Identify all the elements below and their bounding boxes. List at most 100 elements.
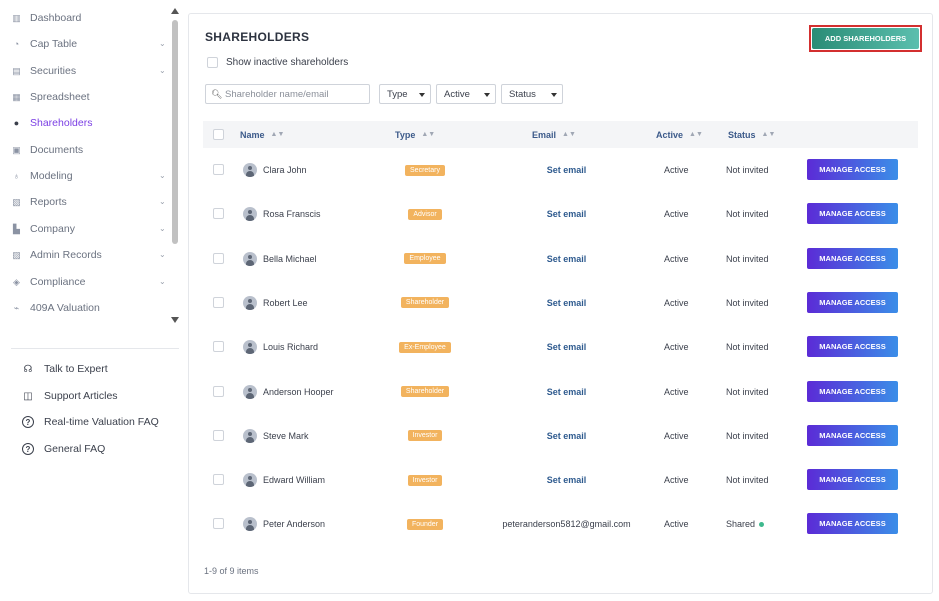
row-checkbox[interactable] bbox=[213, 252, 224, 264]
sidebar-item-modeling[interactable]: ♁ Modeling ⌄ bbox=[0, 163, 172, 189]
sidebar-item-dashboard[interactable]: ▥ Dashboard bbox=[0, 5, 172, 31]
manage-access-button[interactable]: MANAGE ACCESS bbox=[807, 203, 898, 225]
manage-access-button[interactable]: MANAGE ACCESS bbox=[807, 424, 898, 446]
row-checkbox[interactable] bbox=[213, 164, 224, 175]
set-email-link[interactable]: Set email bbox=[547, 254, 587, 264]
shareholder-name-cell: Bella Michael bbox=[243, 248, 317, 270]
avatar-icon bbox=[243, 517, 257, 532]
type-badge: Employee bbox=[404, 253, 446, 265]
sidebar-item-documents[interactable]: ▣ Documents bbox=[0, 137, 172, 163]
row-checkbox[interactable] bbox=[213, 429, 224, 441]
show-inactive-toggle[interactable]: Show inactive shareholders bbox=[207, 57, 348, 68]
column-header-status[interactable]: Status ▲︎▼︎ bbox=[728, 121, 775, 148]
email-cell: Set email bbox=[459, 248, 674, 270]
show-inactive-checkbox[interactable] bbox=[207, 57, 218, 68]
sort-icon[interactable]: ▲︎▼︎ bbox=[562, 131, 576, 138]
sidebar-divider bbox=[11, 348, 179, 349]
table-row: Bella Michael Employee Set email Active Not … bbox=[203, 247, 918, 292]
search-icon: 🔍︎ bbox=[211, 88, 223, 99]
scroll-down-arrow-icon[interactable] bbox=[171, 317, 179, 323]
chevron-down-icon[interactable]: ⌄ bbox=[159, 39, 166, 48]
document-icon: ▣ bbox=[12, 144, 21, 155]
row-checkbox[interactable] bbox=[213, 296, 224, 308]
chevron-down-icon[interactable]: ⌄ bbox=[159, 66, 166, 75]
chevron-down-icon bbox=[419, 93, 425, 97]
manage-access-button[interactable]: MANAGE ACCESS bbox=[807, 469, 898, 491]
email-cell: Set email bbox=[459, 425, 674, 447]
chevron-down-icon[interactable]: ⌄ bbox=[159, 250, 166, 259]
help-link-support-articles[interactable]: ◫ Support Articles bbox=[0, 385, 183, 407]
type-cell: Employee bbox=[388, 248, 462, 270]
chevron-down-icon[interactable]: ⌄ bbox=[159, 171, 166, 180]
help-link-real-time-valuation-faq[interactable]: ? Real-time Valuation FAQ bbox=[0, 411, 183, 433]
manage-access-button[interactable]: MANAGE ACCESS bbox=[807, 336, 898, 358]
column-header-name[interactable]: Name ▲︎▼︎ bbox=[240, 121, 284, 148]
set-email-link[interactable]: Set email bbox=[547, 342, 587, 352]
sidebar-item-shareholders[interactable]: ● Shareholders bbox=[0, 110, 172, 136]
avatar-icon bbox=[243, 384, 257, 399]
search-box[interactable]: 🔍︎ bbox=[205, 84, 370, 104]
set-email-link[interactable]: Set email bbox=[547, 165, 587, 175]
set-email-link[interactable]: Set email bbox=[547, 387, 587, 397]
search-input[interactable] bbox=[225, 88, 365, 100]
set-email-link[interactable]: Set email bbox=[547, 298, 587, 308]
sidebar-item-409a-valuation[interactable]: ⌁ 409A Valuation bbox=[0, 295, 172, 321]
sort-icon[interactable]: ▲︎▼︎ bbox=[421, 131, 435, 138]
column-header-type[interactable]: Type ▲︎▼︎ bbox=[395, 121, 435, 148]
set-email-link[interactable]: Set email bbox=[547, 431, 587, 441]
manage-access-button[interactable]: MANAGE ACCESS bbox=[807, 513, 898, 535]
column-header-email[interactable]: Email ▲︎▼︎ bbox=[532, 121, 576, 148]
dashboard-icon: ▥ bbox=[12, 12, 21, 23]
row-checkbox[interactable] bbox=[213, 208, 224, 220]
sidebar-item-securities[interactable]: ▤ Securities ⌄ bbox=[0, 58, 172, 84]
row-checkbox[interactable] bbox=[213, 341, 224, 353]
row-checkbox[interactable] bbox=[213, 518, 224, 530]
scroll-up-arrow-icon[interactable] bbox=[171, 8, 179, 14]
manage-access-button[interactable]: MANAGE ACCESS bbox=[807, 247, 898, 269]
status-text: Shared bbox=[726, 519, 756, 530]
set-email-link[interactable]: Set email bbox=[547, 475, 587, 485]
sort-icon[interactable]: ▲︎▼︎ bbox=[271, 131, 285, 138]
chevron-down-icon[interactable]: ⌄ bbox=[159, 197, 166, 206]
type-filter-dropdown[interactable]: Type bbox=[379, 84, 431, 104]
active-filter-dropdown[interactable]: Active bbox=[436, 84, 496, 104]
scrollbar-thumb[interactable] bbox=[172, 20, 178, 244]
sidebar-item-company[interactable]: ▙ Company ⌄ bbox=[0, 216, 172, 242]
chevron-down-icon[interactable]: ⌄ bbox=[159, 277, 166, 286]
avatar-icon bbox=[243, 295, 257, 310]
sidebar-item-cap-table[interactable]: ◔ Cap Table ⌄ bbox=[0, 31, 172, 57]
sort-icon[interactable]: ▲︎▼︎ bbox=[689, 131, 703, 138]
sort-icon[interactable]: ▲︎▼︎ bbox=[762, 131, 776, 138]
add-shareholders-button[interactable]: ADD SHAREHOLDERS bbox=[812, 28, 919, 49]
column-active-label: Active bbox=[656, 129, 684, 140]
column-header-active[interactable]: Active ▲︎▼︎ bbox=[656, 121, 703, 148]
sidebar-item-compliance[interactable]: ◈ Compliance ⌄ bbox=[0, 269, 172, 295]
chevron-down-icon[interactable]: ⌄ bbox=[159, 224, 166, 233]
avatar-icon bbox=[243, 428, 257, 443]
help-link-talk-to-expert[interactable]: ☊ Talk to Expert bbox=[0, 358, 183, 380]
column-status-label: Status bbox=[728, 129, 756, 140]
manage-access-button[interactable]: MANAGE ACCESS bbox=[807, 380, 898, 402]
help-link-general-faq[interactable]: ? General FAQ bbox=[0, 438, 183, 460]
shareholder-name: Louis Richard bbox=[263, 342, 319, 353]
shareholder-name-cell: Robert Lee bbox=[243, 292, 308, 314]
sidebar-item-reports[interactable]: ▧ Reports ⌄ bbox=[0, 189, 172, 215]
row-checkbox[interactable] bbox=[213, 474, 224, 486]
table-row: Rosa Franscis Advisor Set email Active Not i… bbox=[203, 203, 918, 247]
active-text: Active bbox=[664, 430, 689, 441]
show-inactive-label: Show inactive shareholders bbox=[226, 57, 349, 68]
sidebar-item-spreadsheet[interactable]: ▦ Spreadsheet bbox=[0, 84, 172, 110]
type-badge: Investor bbox=[407, 474, 443, 486]
select-all-checkbox[interactable] bbox=[213, 129, 224, 140]
type-badge: Shareholder bbox=[400, 297, 450, 309]
manage-access-button[interactable]: MANAGE ACCESS bbox=[807, 159, 898, 180]
chevron-down-icon bbox=[551, 93, 557, 97]
active-cell: Active bbox=[664, 203, 689, 225]
sidebar-scrollbar[interactable] bbox=[171, 8, 179, 326]
set-email-link[interactable]: Set email bbox=[547, 209, 587, 219]
manage-access-button[interactable]: MANAGE ACCESS bbox=[807, 291, 898, 313]
status-filter-dropdown[interactable]: Status bbox=[501, 84, 563, 104]
row-checkbox[interactable] bbox=[213, 385, 224, 397]
type-cell: Investor bbox=[388, 425, 462, 447]
sidebar-item-admin-records[interactable]: ▨ Admin Records ⌄ bbox=[0, 242, 172, 268]
